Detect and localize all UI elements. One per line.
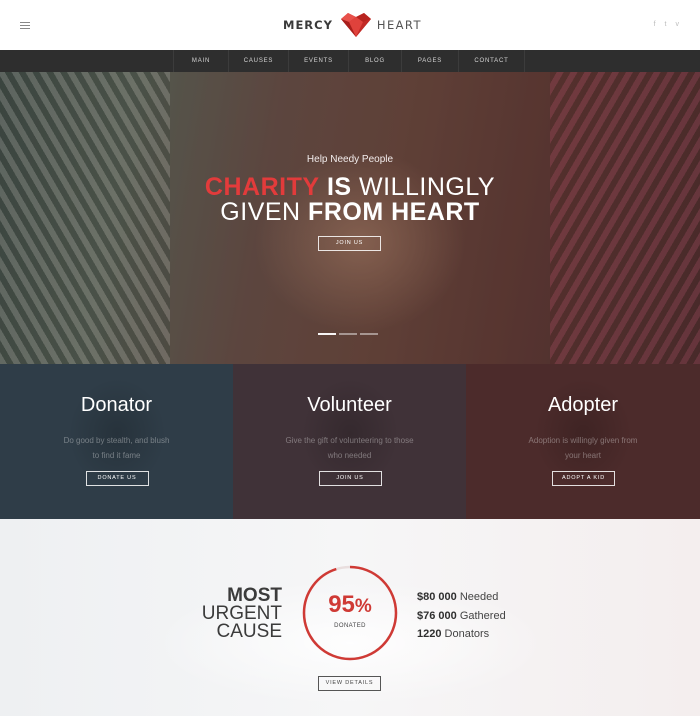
nav-item-causes[interactable]: CAUSES xyxy=(229,50,289,72)
stat-donators: 1220 Donators xyxy=(417,625,506,644)
stat-donators-value: 1220 xyxy=(417,628,442,640)
panel-text-line2: who needed xyxy=(327,451,372,460)
nav-item-contact[interactable]: CONTACT xyxy=(459,50,525,72)
site-logo[interactable]: MERCY HEART xyxy=(283,12,422,38)
stat-donators-label: Donators xyxy=(444,628,490,640)
hero-headline-line2: GIVEN FROM HEART xyxy=(0,198,700,226)
hero-join-button[interactable]: JOIN US xyxy=(318,236,381,251)
facebook-icon[interactable]: f xyxy=(654,21,656,29)
volunteer-panel: Volunteer Give the gift of volunteering … xyxy=(233,364,466,519)
heart-gem-icon xyxy=(340,13,371,37)
panel-text-line1: Give the gift of volunteering to those xyxy=(285,436,414,445)
main-nav: MAIN CAUSES EVENTS BLOG PAGES CONTACT xyxy=(0,50,700,72)
slider-pagination xyxy=(318,333,378,335)
hero-subtitle: Help Needy People xyxy=(306,154,394,165)
stat-gathered-label: Gathered xyxy=(459,609,506,622)
stat-gathered-value: $76 000 xyxy=(417,609,457,622)
slider-dot[interactable] xyxy=(339,333,357,335)
panel-text: Do good by stealth, and blush to find it … xyxy=(0,433,233,463)
donator-panel: Donator Do good by stealth, and blush to … xyxy=(0,364,233,519)
logo-word-mercy: MERCY xyxy=(283,18,333,32)
hero-headline-is: IS xyxy=(326,173,352,201)
donated-label: DONATED xyxy=(334,623,366,629)
stat-gathered: $76 000 Gathered xyxy=(417,607,506,626)
social-links: f t v xyxy=(654,21,679,29)
hero-headline-from-heart: FROM HEART xyxy=(308,198,480,226)
panel-text-line2: your heart xyxy=(564,451,602,460)
volunteer-join-button[interactable]: JOIN US xyxy=(318,471,382,486)
hero-headline-accent: CHARITY xyxy=(204,173,320,201)
stat-needed-label: Needed xyxy=(459,591,499,603)
stat-needed: $80 000 Needed xyxy=(417,588,506,607)
donated-percent-number: 95 xyxy=(328,591,355,618)
panel-text: Give the gift of volunteering to those wh… xyxy=(233,433,466,463)
donated-percent-sign: % xyxy=(354,596,372,617)
nav-item-events[interactable]: EVENTS xyxy=(289,50,349,72)
hero-headline-given: GIVEN xyxy=(220,198,301,226)
urgent-cause-section: MOST URGENT CAUSE 95% DONATED $80 000 Ne… xyxy=(0,519,700,716)
site-header: MERCY HEART f t v xyxy=(0,0,700,50)
panel-title: Volunteer xyxy=(307,394,392,416)
twitter-icon[interactable]: t xyxy=(665,21,667,29)
nav-item-blog[interactable]: BLOG xyxy=(349,50,402,72)
panel-text: Adoption is willingly given from your hea… xyxy=(466,433,700,463)
nav-item-main[interactable]: MAIN xyxy=(174,50,229,72)
logo-word-heart: HEART xyxy=(376,18,422,32)
stat-needed-value: $80 000 xyxy=(417,591,457,603)
cause-title-cause: CAUSE xyxy=(216,621,282,642)
view-details-button[interactable]: VIEW DETAILS xyxy=(318,676,381,691)
cause-stats: $80 000 Needed $76 000 Gathered 1220 Don… xyxy=(417,588,506,644)
slider-dot[interactable] xyxy=(318,333,336,335)
hero-headline-line1: CHARITY IS WILLINGLY xyxy=(0,173,700,201)
adopt-a-kid-button[interactable]: ADOPT A KID xyxy=(552,471,615,486)
donation-progress-ring: 95% DONATED xyxy=(300,563,400,663)
donated-percent: 95% xyxy=(300,591,400,619)
hamburger-icon[interactable] xyxy=(20,22,30,29)
donate-us-button[interactable]: DONATE US xyxy=(85,471,149,486)
adopter-panel: Adopter Adoption is willingly given from… xyxy=(466,364,700,519)
panel-text-line2: to find it fame xyxy=(92,451,141,460)
slider-dot[interactable] xyxy=(360,333,378,335)
hero-headline-willingly: WILLINGLY xyxy=(359,173,496,201)
nav-item-pages[interactable]: PAGES xyxy=(402,50,459,72)
hero-slider: Help Needy People CHARITY IS WILLINGLY G… xyxy=(0,72,700,364)
panel-text-line1: Adoption is willingly given from xyxy=(528,436,638,445)
panel-title: Donator xyxy=(80,394,153,416)
panel-text-line1: Do good by stealth, and blush xyxy=(63,436,170,445)
vimeo-icon[interactable]: v xyxy=(676,21,680,29)
panel-title: Adopter xyxy=(547,394,619,416)
